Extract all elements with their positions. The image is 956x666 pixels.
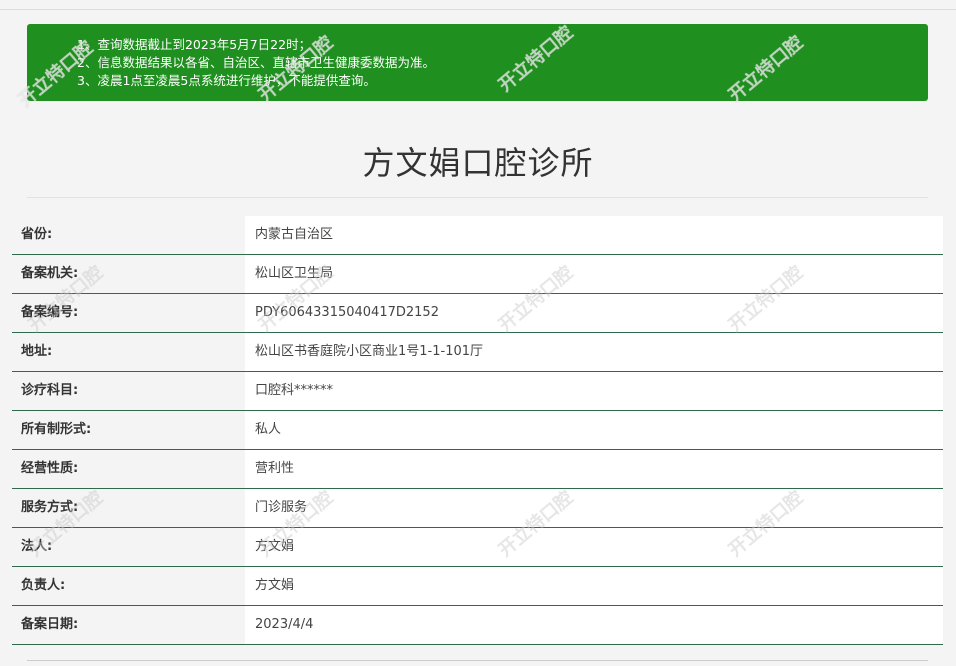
table-row: 负责人: 方文娟: [12, 567, 943, 606]
table-row: 服务方式: 门诊服务: [12, 489, 943, 528]
row-label: 诊疗科目:: [12, 372, 245, 410]
row-value: 内蒙古自治区: [245, 216, 943, 254]
table-row: 所有制形式: 私人: [12, 411, 943, 450]
row-value: 松山区书香庭院小区商业1号1-1-101厅: [245, 333, 943, 371]
row-value: 口腔科******: [245, 372, 943, 410]
table-row: 诊疗科目: 口腔科******: [12, 372, 943, 411]
row-value: 方文娟: [245, 528, 943, 566]
top-divider: [0, 9, 956, 10]
row-value: 门诊服务: [245, 489, 943, 527]
row-value: 2023/4/4: [245, 606, 943, 644]
row-label: 法人:: [12, 528, 245, 566]
row-label: 备案机关:: [12, 255, 245, 293]
details-table: 省份: 内蒙古自治区 备案机关: 松山区卫生局 备案编号: PDY6064331…: [12, 216, 943, 645]
title-divider: [27, 197, 928, 198]
table-row: 备案机关: 松山区卫生局: [12, 255, 943, 294]
table-row: 经营性质: 营利性: [12, 450, 943, 489]
page-title: 方文娟口腔诊所: [362, 144, 594, 182]
row-label: 经营性质:: [12, 450, 245, 488]
notice-line-2: 2、信息数据结果以各省、自治区、直辖市卫生健康委数据为准。: [77, 55, 435, 70]
bottom-divider: [27, 660, 928, 661]
row-label: 所有制形式:: [12, 411, 245, 449]
table-row: 省份: 内蒙古自治区: [12, 216, 943, 255]
row-label: 服务方式:: [12, 489, 245, 527]
table-row: 法人: 方文娟: [12, 528, 943, 567]
row-value: 方文娟: [245, 567, 943, 605]
row-label: 省份:: [12, 216, 245, 254]
row-label: 备案编号:: [12, 294, 245, 332]
table-row: 备案日期: 2023/4/4: [12, 606, 943, 645]
row-value: PDY60643315040417D2152: [245, 294, 943, 332]
table-row: 地址: 松山区书香庭院小区商业1号1-1-101厅: [12, 333, 943, 372]
row-label: 负责人:: [12, 567, 245, 605]
row-value: 松山区卫生局: [245, 255, 943, 293]
row-label: 地址:: [12, 333, 245, 371]
row-value: 营利性: [245, 450, 943, 488]
notice-line-3: 3、凌晨1点至凌晨5点系统进行维护，不能提供查询。: [77, 73, 376, 88]
row-value: 私人: [245, 411, 943, 449]
notice-line-1: 1、查询数据截止到2023年5月7日22时；: [77, 37, 312, 52]
row-label: 备案日期:: [12, 606, 245, 644]
table-row: 备案编号: PDY60643315040417D2152: [12, 294, 943, 333]
notice-banner: 1、查询数据截止到2023年5月7日22时； 2、信息数据结果以各省、自治区、直…: [27, 24, 928, 101]
